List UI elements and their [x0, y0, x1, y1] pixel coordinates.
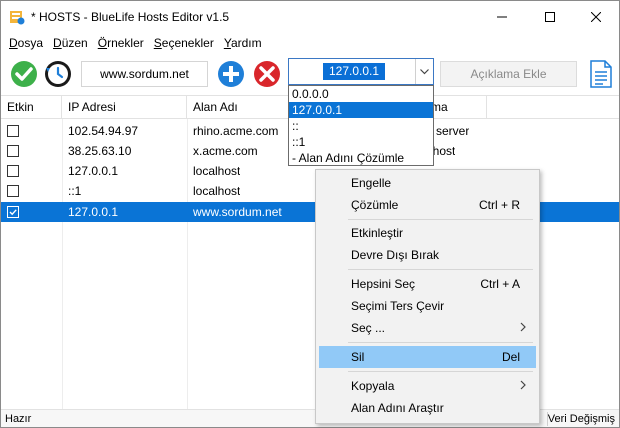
row-checkbox[interactable]	[7, 165, 19, 177]
ctx-label: Seç ...	[351, 321, 386, 335]
chevron-right-icon	[520, 322, 526, 332]
description-input[interactable]: Açıklama Ekle	[440, 61, 577, 87]
close-icon	[591, 12, 601, 22]
chevron-right-icon	[520, 380, 526, 390]
column-header-enabled[interactable]: Etkin	[1, 96, 62, 119]
ctx-label: Çözümle	[351, 198, 399, 212]
ctx-delete[interactable]: Sil Del	[319, 346, 536, 368]
menu-bar: Dosya Düzen Örnekler Seçenekler Yardım	[1, 33, 619, 53]
ctx-label: Hepsini Seç	[351, 277, 416, 291]
ip-option[interactable]: ::1	[289, 134, 433, 150]
ctx-separator	[348, 219, 533, 220]
domain-input-value: www.sordum.net	[100, 67, 189, 81]
ip-dropdown-list: 0.0.0.0 127.0.0.1 :: ::1 - Alan Adını Çö…	[288, 85, 434, 166]
menu-ornekler[interactable]: Örnekler	[94, 34, 148, 52]
row-ip: 38.25.63.10	[68, 144, 132, 158]
ctx-invert-selection[interactable]: Seçimi Ters Çevir	[319, 295, 536, 317]
row-checkbox[interactable]	[7, 185, 19, 197]
column-header-ip[interactable]: IP Adresi	[62, 96, 187, 119]
ctx-separator	[348, 371, 533, 372]
status-text: Hazır	[5, 413, 32, 425]
chevron-down-icon	[420, 68, 429, 74]
checkmark-icon	[9, 209, 17, 216]
column-header-description[interactable]: ma	[431, 96, 487, 119]
ctx-disable[interactable]: Devre Dışı Bırak	[319, 244, 536, 266]
ctx-shortcut: Ctrl + A	[480, 277, 520, 291]
app-window: * HOSTS - BlueLife Hosts Editor v1.5 Dos…	[0, 0, 620, 428]
row-ip: ::1	[68, 184, 82, 198]
app-icon	[10, 11, 25, 25]
ctx-label: Devre Dışı Bırak	[351, 248, 440, 262]
ip-option[interactable]: ::	[289, 118, 433, 134]
row-ip: 127.0.0.1	[68, 205, 119, 219]
title-bar[interactable]: * HOSTS - BlueLife Hosts Editor v1.5	[1, 1, 619, 33]
close-button[interactable]	[573, 1, 619, 33]
ip-option-selected[interactable]: 127.0.0.1	[289, 102, 433, 118]
ctx-lookup-domain[interactable]: Alan Adını Araştır	[319, 397, 536, 419]
ctx-label: Sil	[351, 350, 365, 364]
status-modified: Veri Değişmiş	[547, 413, 615, 425]
row-checkbox-checked[interactable]	[7, 206, 19, 218]
ctx-copy-submenu[interactable]: Kopyala	[319, 375, 536, 397]
menu-yardim[interactable]: Yardım	[220, 34, 266, 52]
ctx-label: Engelle	[351, 176, 392, 190]
description-placeholder: Açıklama Ekle	[470, 67, 547, 81]
ip-combobox-dropdown-button[interactable]	[415, 59, 433, 84]
row-domain: rhino.acme.com	[193, 124, 279, 138]
minimize-icon	[497, 16, 507, 18]
row-checkbox[interactable]	[7, 145, 19, 157]
maximize-icon	[545, 12, 555, 22]
ip-combobox-value: 127.0.0.1	[323, 63, 385, 80]
ctx-label: Seçimi Ters Çevir	[351, 299, 445, 313]
delete-x-icon[interactable]	[252, 59, 282, 89]
ctx-enable[interactable]: Etkinleştir	[319, 222, 536, 244]
ctx-separator	[348, 269, 533, 270]
add-plus-icon[interactable]	[216, 59, 246, 89]
row-domain: localhost	[193, 164, 241, 178]
ctx-separator	[348, 342, 533, 343]
ctx-select-submenu[interactable]: Seç ...	[319, 317, 536, 339]
menu-dosya[interactable]: Dosya	[5, 34, 47, 52]
row-checkbox[interactable]	[7, 125, 19, 137]
ctx-shortcut: Ctrl + R	[478, 198, 520, 212]
ctx-resolve[interactable]: Çözümle Ctrl + R	[319, 194, 536, 216]
ip-combobox[interactable]: 127.0.0.1	[288, 58, 434, 85]
ctx-block[interactable]: Engelle	[319, 172, 536, 194]
menu-secenekler[interactable]: Seçenekler	[150, 34, 218, 52]
document-icon[interactable]	[585, 59, 615, 89]
row-ip: 127.0.0.1	[68, 164, 119, 178]
context-menu: Engelle Çözümle Ctrl + R Etkinleştir Dev…	[315, 169, 540, 424]
ctx-select-all[interactable]: Hepsini Seç Ctrl + A	[319, 273, 536, 295]
ctx-label: Kopyala	[351, 379, 395, 393]
row-ip: 102.54.94.97	[68, 124, 139, 138]
domain-input[interactable]: www.sordum.net	[81, 61, 208, 87]
ctx-shortcut: Del	[501, 350, 520, 364]
row-domain: x.acme.com	[193, 144, 258, 158]
confirm-check-icon[interactable]	[9, 59, 39, 89]
row-domain: www.sordum.net	[193, 205, 282, 219]
ctx-label: Etkinleştir	[351, 226, 404, 240]
window-title: * HOSTS - BlueLife Hosts Editor v1.5	[31, 10, 230, 24]
ctx-label: Alan Adını Araştır	[351, 401, 444, 415]
maximize-button[interactable]	[527, 1, 573, 33]
row-domain: localhost	[193, 184, 241, 198]
ip-option[interactable]: 0.0.0.0	[289, 86, 433, 102]
history-clock-icon[interactable]	[43, 59, 73, 89]
minimize-button[interactable]	[479, 1, 525, 33]
menu-duzen[interactable]: Düzen	[49, 34, 92, 52]
ip-option-resolve[interactable]: - Alan Adını Çözümle	[289, 150, 433, 166]
